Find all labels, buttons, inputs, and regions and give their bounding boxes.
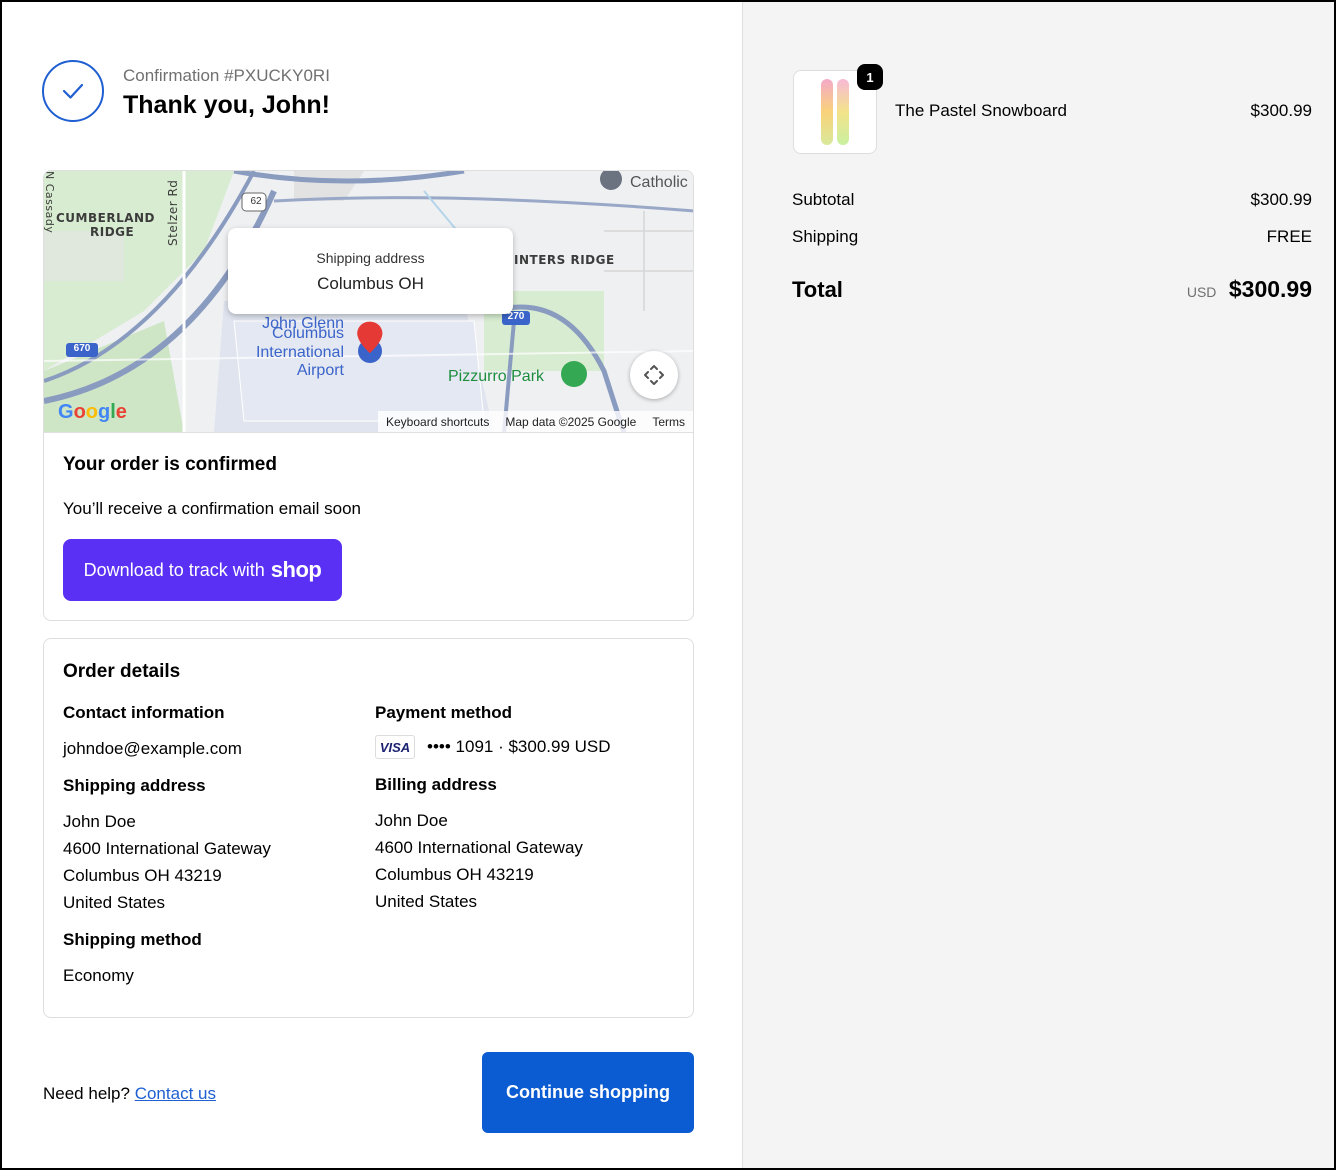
continue-shopping-button[interactable]: Continue shopping [482,1052,694,1133]
map-data-credit: Map data ©2025 Google [505,415,637,429]
shipping-row: Shipping FREE [792,227,1312,247]
map-label-airport: Airport [296,362,344,379]
shipping-map[interactable]: CUMBERLAND RIDGE Stelzer Rd N Cassady IN… [44,171,693,433]
product-price: $300.99 [1250,101,1312,120]
shop-logo: shop [270,557,322,582]
snowboard-image [837,79,849,145]
billing-address-line: United States [375,892,478,911]
billing-address-line: Columbus OH 43219 [375,865,534,884]
map-label-ridge: RIDGE [90,225,135,239]
subtotal-row: Subtotal $300.99 [792,190,1312,210]
shipping-address-line: Columbus OH 43219 [63,866,222,885]
google-logo: Google [58,401,127,423]
popup-label: Shipping address [316,250,425,266]
main-column: Confirmation #PXUCKY0RI Thank you, John! [2,2,742,1168]
shipping-address-line: 4600 International Gateway [63,839,271,858]
snowboard-image [821,79,833,145]
map-label-pizzurro: Pizzurro Park [448,368,545,385]
popup-city: Columbus OH [317,274,424,293]
shop-app-download-button[interactable]: Download to track with shop [63,539,342,601]
payment-method-section: Payment method VISA •••• 1091 · $300.99 … [375,703,685,759]
contact-email: johndoe@example.com [63,739,242,758]
map-label-stelzer: Stelzer Rd [166,179,180,246]
billing-address-line: 4600 International Gateway [375,838,583,857]
checkmark-icon [42,60,104,122]
map-footer: Keyboard shortcuts Map data ©2025 Google… [378,411,693,432]
order-details-left-column: Contact information johndoe@example.com … [63,703,363,1003]
subtotal-value: $300.99 [1250,190,1312,209]
order-details-title: Order details [63,661,181,682]
shipping-label: Shipping [792,227,859,246]
payment-method-heading: Payment method [375,703,512,722]
keyboard-shortcuts-link[interactable]: Keyboard shortcuts [386,415,489,429]
contact-information-section: Contact information johndoe@example.com [63,703,363,762]
total-row: Total USD $300.99 [792,276,1312,303]
map-label-international: International [255,344,344,361]
route-670-shield: 670 [73,343,91,354]
shipping-address-line: John Doe [63,812,136,831]
billing-address-section: Billing address John Doe 4600 Internatio… [375,775,685,915]
map-label-columbus: Columbus [271,325,344,342]
shipping-address-line: United States [63,893,166,912]
billing-address-heading: Billing address [375,775,497,794]
map-label-cassady: N Cassady [44,171,56,234]
total-amount-group: USD $300.99 [1187,276,1312,303]
order-details-right-column: Payment method VISA •••• 1091 · $300.99 … [375,703,685,929]
order-confirmed-title: Your order is confirmed [63,454,277,475]
contact-us-link[interactable]: Contact us [135,1084,216,1103]
quantity-badge: 1 [857,64,883,90]
total-currency: USD [1186,284,1217,300]
order-details-card: Order details Contact information johndo… [43,638,694,1018]
visa-card-icon: VISA [375,735,415,759]
payment-summary: •••• 1091 · $300.99 USD [427,737,611,756]
map-pan-button[interactable] [630,351,678,399]
total-label: Total [792,277,843,302]
confirmation-number: Confirmation #PXUCKY0RI [123,66,330,85]
map-label-catholic: Catholic [630,174,688,191]
shipping-method-section: Shipping method Economy [63,930,363,989]
subtotal-label: Subtotal [792,190,855,209]
shipping-value: FREE [1266,227,1312,246]
need-help-label: Need help? [43,1084,130,1103]
page-title: Thank you, John! [123,91,330,119]
terms-link[interactable]: Terms [652,415,685,429]
shop-button-label: Download to track with [83,559,265,580]
payment-line: VISA •••• 1091 · $300.99 USD [375,735,685,759]
order-summary-panel: 1 The Pastel Snowboard $300.99 Subtotal … [742,2,1334,1168]
product-name: The Pastel Snowboard [895,101,1067,120]
contact-information-heading: Contact information [63,703,225,722]
shipping-method-value: Economy [63,966,134,985]
route-62-shield: 62 [250,196,262,207]
map-label-cumberland: CUMBERLAND [56,211,156,225]
shipping-address-heading: Shipping address [63,776,206,795]
page-frame: Confirmation #PXUCKY0RI Thank you, John! [0,0,1336,1170]
shipping-address-section: Shipping address John Doe 4600 Internati… [63,776,363,916]
total-value: $300.99 [1228,276,1312,302]
shipping-method-heading: Shipping method [63,930,202,949]
pan-arrows-icon [644,365,664,385]
shipping-address-popup: Shipping address Columbus OH [228,228,513,314]
order-confirmed-subtitle: You’ll receive a confirmation email soon [63,499,361,518]
help-text: Need help? Contact us [43,1084,216,1104]
billing-address-line: John Doe [375,811,448,830]
map-label-inters-ridge: INTERS RIDGE [514,253,615,267]
order-status-card: CUMBERLAND RIDGE Stelzer Rd N Cassady IN… [43,170,694,621]
